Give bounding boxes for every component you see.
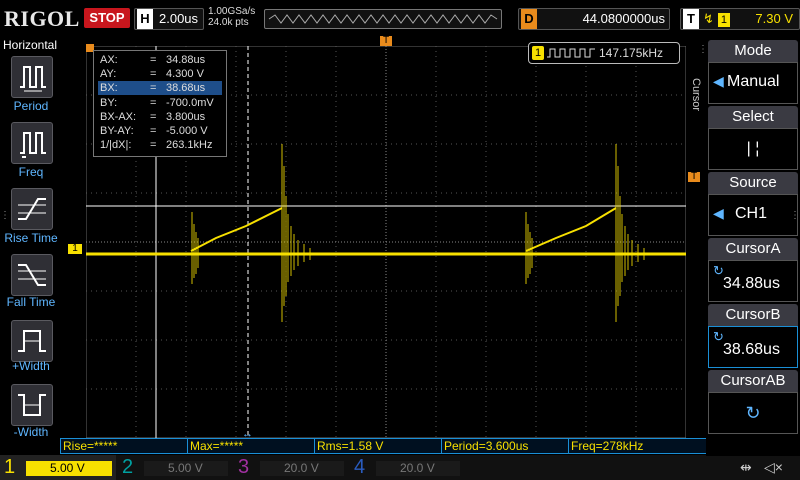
measure-period[interactable]: Period=3.600us — [441, 438, 568, 454]
frequency-counter: 1 147.175kHz — [528, 42, 680, 64]
select-arrow-icon: ◀ — [713, 205, 724, 221]
ch2-number: 2 — [122, 456, 134, 478]
measure-freq-button[interactable] — [11, 122, 53, 164]
cursor-readout-row: BX-AX: = 3.800us — [100, 111, 206, 123]
measure-rise-time-button[interactable] — [11, 188, 53, 230]
cursor-readout-row: AX: = 34.88us — [100, 54, 206, 66]
cursor-a-value: 34.88us — [723, 275, 780, 292]
cursor-ab-softkey[interactable]: ↻ — [708, 392, 798, 434]
freq-label: Freq — [18, 165, 44, 179]
trigger-channel: 1 — [717, 13, 730, 27]
trigger-settings[interactable]: T ↯ 1 7.30 V — [680, 8, 800, 30]
ch3-scale: 20.0 V — [260, 461, 344, 476]
channel-3-tab[interactable]: 3 20.0 V — [234, 455, 348, 480]
cursor-readout-panel: AX: = 34.88us AY: = 4.300 V BX: = 38.68us BY: =… — [93, 50, 227, 157]
cursor-a-softkey[interactable]: ↻ 34.88us — [708, 260, 798, 302]
panel-title: Horizontal — [2, 38, 58, 52]
scroll-dots-icon: ⋮ — [0, 210, 10, 221]
horizontal-key: H — [137, 9, 153, 29]
brand-logo: RIGOL — [4, 6, 80, 31]
usb-icon: ⇹ — [740, 459, 752, 475]
cursor-a-title: CursorA — [708, 238, 798, 260]
period-icon — [20, 66, 46, 92]
channel-4-tab[interactable]: 4 20.0 V — [350, 455, 464, 480]
memory-overview-strip[interactable] — [264, 9, 502, 29]
menu-handle-icon: ⋮ — [698, 44, 708, 55]
measurement-bar: Rise=***** Max=***** Rms=1.58 V Period=3… — [60, 438, 746, 454]
cursor-b-value: 38.68us — [723, 341, 780, 358]
acquisition-info: 1.00GSa/s 24.0k pts — [208, 6, 255, 28]
cursor-ab-title: CursorAB — [708, 370, 798, 392]
negative-width-icon — [18, 394, 46, 416]
measure-period-button[interactable] — [11, 56, 53, 98]
timebase-value: 2.00us — [159, 11, 199, 26]
cursor-readout-row: BY-AY: = -5.000 V — [100, 125, 208, 137]
delay-value: 44.0800000us — [582, 11, 665, 26]
ch3-number: 3 — [238, 456, 250, 478]
square-wave-icon — [547, 48, 595, 58]
delay-offset[interactable]: D 44.0800000us — [518, 8, 670, 30]
positive-width-icon — [18, 330, 46, 352]
memory-depth: 24.0k pts — [208, 17, 249, 28]
ch4-scale: 20.0 V — [376, 461, 460, 476]
select-softkey[interactable]: | ¦ — [708, 128, 798, 170]
channel-2-tab[interactable]: 2 5.00 V — [118, 455, 232, 480]
trigger-key: T — [683, 9, 699, 29]
delay-key: D — [521, 9, 537, 29]
cursor-readout-row-selected: BX: = 38.68us — [98, 81, 222, 95]
speaker-muted-icon[interactable]: ◁× — [764, 459, 783, 476]
trigger-level-marker[interactable]: T — [688, 172, 700, 182]
source-title: Source — [708, 172, 798, 194]
cursor-b-title: CursorB — [708, 304, 798, 326]
period-label: Period — [13, 99, 49, 113]
rise-time-icon — [18, 198, 46, 220]
source-softkey[interactable]: ◀ CH1 — [708, 194, 798, 236]
mode-title: Mode — [708, 40, 798, 62]
cursor-readout-row: AY: = 4.300 V — [100, 68, 204, 80]
ch4-number: 4 — [354, 456, 366, 478]
measure-rise[interactable]: Rise=***** — [60, 438, 187, 454]
sample-rate: 1.00GSa/s — [208, 6, 256, 17]
frequency-icon — [20, 132, 46, 158]
channel-1-tab[interactable]: 1 5.00 V — [0, 455, 116, 480]
measure-pos-width-button[interactable] — [11, 320, 53, 362]
measure-fall-time-button[interactable] — [11, 254, 53, 296]
rising-edge-icon: ↯ — [703, 11, 714, 26]
channel-bar: 1 5.00 V 2 5.00 V 3 20.0 V 4 20.0 V ⇹ ◁× — [0, 455, 800, 480]
pos-width-label: +Width — [12, 359, 50, 373]
neg-width-label: -Width — [13, 425, 49, 439]
measure-max[interactable]: Max=***** — [187, 438, 314, 454]
counter-value: 147.175kHz — [599, 46, 664, 60]
measure-rms[interactable]: Rms=1.58 V — [314, 438, 441, 454]
source-value: CH1 — [735, 205, 768, 222]
ch1-number: 1 — [4, 456, 16, 478]
menu-side-title: Cursor — [690, 78, 702, 112]
rotate-knob-icon: ↻ — [745, 403, 761, 423]
mode-softkey[interactable]: ◀ Manual — [708, 62, 798, 104]
counter-channel: 1 — [532, 46, 544, 60]
ch1-offset-marker[interactable]: 1 — [68, 244, 82, 254]
trigger-level: 7.30 V — [755, 11, 793, 26]
fall-time-label: Fall Time — [6, 295, 56, 309]
measure-neg-width-button[interactable] — [11, 384, 53, 426]
horizontal-timebase[interactable]: H 2.00us — [134, 8, 204, 30]
cursor-readout-row: 1/|dX|: = 263.1kHz — [100, 139, 213, 151]
ch2-scale: 5.00 V — [144, 461, 228, 476]
fall-time-icon — [18, 264, 46, 286]
trigger-position-marker[interactable]: T — [380, 36, 392, 46]
run-stop-button[interactable]: STOP — [84, 8, 130, 28]
cursor-b-softkey[interactable]: ↻ 38.68us — [708, 326, 798, 368]
rise-time-label: Rise Time — [4, 231, 58, 245]
scroll-dots-icon: ⋮ — [790, 210, 800, 221]
select-arrow-icon: ◀ — [713, 73, 724, 89]
cursor-readout-row: BY: = -700.0mV — [100, 97, 214, 109]
select-title: Select — [708, 106, 798, 128]
ch1-scale: 5.00 V — [26, 461, 112, 476]
mode-value: Manual — [727, 73, 780, 90]
